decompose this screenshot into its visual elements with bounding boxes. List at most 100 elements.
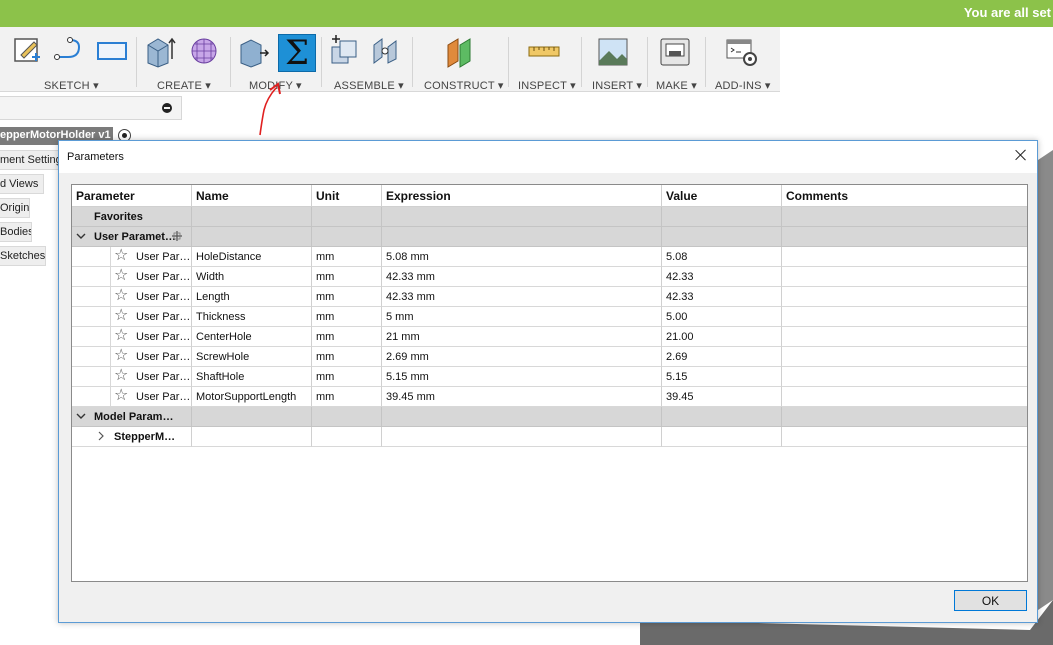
extrude-icon[interactable]	[144, 35, 176, 69]
favorite-star-icon[interactable]: ☆	[114, 328, 128, 344]
user-parameters-group-row[interactable]: User Paramet…	[72, 227, 1027, 247]
insert-menu-label[interactable]: INSERT ▾	[592, 79, 642, 92]
param-expression-cell[interactable]: 5.08 mm	[382, 247, 662, 267]
row-gutter	[110, 327, 111, 346]
chevron-down-icon[interactable]	[76, 230, 86, 242]
param-name-cell[interactable]: ShaftHole	[192, 367, 312, 387]
param-type-label: User Par…	[136, 291, 191, 303]
table-row[interactable]: ☆ User Par… Width mm 42.33 mm 42.33	[72, 267, 1027, 287]
favorite-star-icon[interactable]: ☆	[114, 308, 128, 324]
column-header-value[interactable]: Value	[662, 185, 782, 207]
param-expression-cell[interactable]: 42.33 mm	[382, 287, 662, 307]
sketch-menu-label[interactable]: SKETCH ▾	[44, 79, 99, 92]
table-row[interactable]: ☆ User Par… ShaftHole mm 5.15 mm 5.15	[72, 367, 1027, 387]
assemble-menu-label[interactable]: ASSEMBLE ▾	[334, 79, 404, 92]
insert-group[interactable]: INSERT ▾	[582, 27, 646, 92]
param-name-cell[interactable]: CenterHole	[192, 327, 312, 347]
param-comments-cell[interactable]	[782, 367, 1027, 387]
browser-item-named-views[interactable]: d Views	[0, 174, 44, 194]
create-group[interactable]: CREATE ▾	[138, 27, 228, 92]
param-comments-cell[interactable]	[782, 387, 1027, 407]
param-name-cell[interactable]: Thickness	[192, 307, 312, 327]
param-name-cell[interactable]: ScrewHole	[192, 347, 312, 367]
table-row[interactable]: ☆ User Par… Length mm 42.33 mm 42.33	[72, 287, 1027, 307]
param-comments-cell[interactable]	[782, 287, 1027, 307]
ok-button[interactable]: OK	[954, 590, 1027, 611]
form-icon[interactable]	[188, 35, 220, 69]
construct-group[interactable]: CONSTRUCT ▾	[414, 27, 506, 92]
make-menu-label[interactable]: MAKE ▾	[656, 79, 697, 92]
param-name-cell[interactable]: MotorSupportLength	[192, 387, 312, 407]
browser-item-origin[interactable]: Origin	[0, 198, 30, 218]
column-header-expression[interactable]: Expression	[382, 185, 662, 207]
table-row[interactable]: ☆ User Par… HoleDistance mm 5.08 mm 5.08	[72, 247, 1027, 267]
insert-image-icon[interactable]	[597, 35, 629, 69]
measure-icon[interactable]	[528, 35, 560, 69]
browser-item-bodies[interactable]: Bodies	[0, 222, 32, 242]
param-type-cell: ☆ User Par…	[72, 327, 192, 347]
add-parameter-icon[interactable]	[171, 230, 183, 242]
scripts-addins-icon[interactable]	[726, 35, 758, 69]
line-arc-icon[interactable]	[52, 35, 84, 69]
minus-circle-icon[interactable]	[162, 103, 172, 113]
offset-plane-icon[interactable]	[444, 35, 476, 69]
param-value-cell: 42.33	[662, 267, 782, 287]
chevron-right-icon[interactable]	[96, 430, 106, 442]
table-row[interactable]: ☆ User Par… Thickness mm 5 mm 5.00	[72, 307, 1027, 327]
rectangle-icon[interactable]	[96, 35, 128, 69]
param-comments-cell[interactable]	[782, 347, 1027, 367]
param-expression-cell[interactable]: 2.69 mm	[382, 347, 662, 367]
param-name-cell[interactable]: Width	[192, 267, 312, 287]
param-comments-cell[interactable]	[782, 247, 1027, 267]
inspect-group[interactable]: INSPECT ▾	[510, 27, 580, 92]
add-ins-menu-label[interactable]: ADD-INS ▾	[715, 79, 771, 92]
favorite-star-icon[interactable]: ☆	[114, 288, 128, 304]
joint-icon[interactable]	[370, 35, 402, 69]
param-type-cell: ☆ User Par…	[72, 247, 192, 267]
browser-item-document-settings[interactable]: ment Settings	[0, 150, 62, 170]
table-row[interactable]: ☆ User Par… ScrewHole mm 2.69 mm 2.69	[72, 347, 1027, 367]
param-comments-cell[interactable]	[782, 327, 1027, 347]
table-row[interactable]: ☆ User Par… MotorSupportLength mm 39.45 mm 39…	[72, 387, 1027, 407]
favorite-star-icon[interactable]: ☆	[114, 248, 128, 264]
construct-menu-label[interactable]: CONSTRUCT ▾	[424, 79, 504, 92]
row-gutter	[110, 247, 111, 266]
param-type-label: User Par…	[136, 331, 191, 343]
param-name-cell[interactable]: HoleDistance	[192, 247, 312, 267]
column-header-parameter[interactable]: Parameter	[72, 185, 192, 207]
column-header-unit[interactable]: Unit	[312, 185, 382, 207]
favorites-group-row[interactable]: Favorites	[72, 207, 1027, 227]
param-comments-cell[interactable]	[782, 307, 1027, 327]
create-sketch-icon[interactable]	[12, 35, 44, 69]
browser-item-sketches[interactable]: Sketches	[0, 246, 46, 266]
param-expression-cell[interactable]: 5 mm	[382, 307, 662, 327]
toolbar-divider	[230, 37, 231, 87]
assemble-group[interactable]: ASSEMBLE ▾	[322, 27, 410, 92]
column-header-comments[interactable]: Comments	[782, 185, 1027, 207]
param-expression-cell[interactable]: 5.15 mm	[382, 367, 662, 387]
favorite-star-icon[interactable]: ☆	[114, 348, 128, 364]
favorite-star-icon[interactable]: ☆	[114, 268, 128, 284]
change-parameters-button[interactable]: Σ	[278, 33, 316, 73]
param-comments-cell[interactable]	[782, 267, 1027, 287]
make-group[interactable]: MAKE ▾	[648, 27, 704, 92]
new-component-icon[interactable]	[328, 35, 360, 69]
press-pull-icon[interactable]	[238, 35, 270, 69]
3d-print-icon[interactable]	[659, 35, 691, 69]
model-component-row[interactable]: StepperM…	[72, 427, 1027, 447]
param-expression-cell[interactable]: 21 mm	[382, 327, 662, 347]
column-header-name[interactable]: Name	[192, 185, 312, 207]
sketch-group[interactable]: SKETCH ▾	[0, 27, 134, 92]
favorite-star-icon[interactable]: ☆	[114, 388, 128, 404]
table-row[interactable]: ☆ User Par… CenterHole mm 21 mm 21.00	[72, 327, 1027, 347]
favorite-star-icon[interactable]: ☆	[114, 368, 128, 384]
inspect-menu-label[interactable]: INSPECT ▾	[518, 79, 576, 92]
create-menu-label[interactable]: CREATE ▾	[157, 79, 211, 92]
add-ins-group[interactable]: ADD-INS ▾	[706, 27, 780, 92]
close-icon[interactable]	[1013, 147, 1029, 163]
param-expression-cell[interactable]: 39.45 mm	[382, 387, 662, 407]
chevron-down-icon[interactable]	[76, 410, 86, 422]
param-name-cell[interactable]: Length	[192, 287, 312, 307]
param-expression-cell[interactable]: 42.33 mm	[382, 267, 662, 287]
model-parameters-group-row[interactable]: Model Param…	[72, 407, 1027, 427]
